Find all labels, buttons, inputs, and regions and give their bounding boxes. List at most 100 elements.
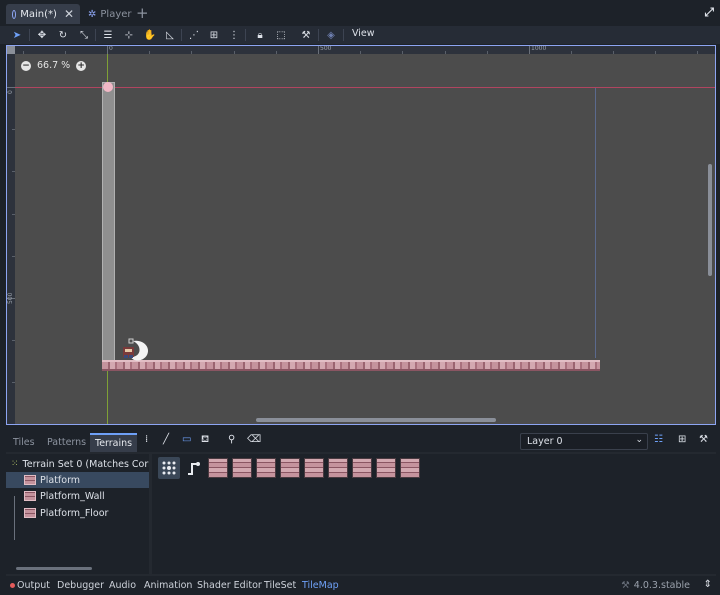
smart-snap-icon[interactable]: ⋰ xyxy=(186,27,202,43)
vertical-scrollbar[interactable] xyxy=(708,164,712,276)
terrain-tile[interactable] xyxy=(208,458,228,478)
pivot-mode-icon[interactable]: ⊹ xyxy=(121,27,137,43)
tab-player-label: Player xyxy=(100,8,132,20)
ruler-label: 1000 xyxy=(531,45,547,52)
tilemap-button[interactable]: TileMap xyxy=(302,580,339,591)
tools-menu-icon[interactable]: ⚒ xyxy=(699,434,708,445)
view-menu-button[interactable]: View xyxy=(352,28,375,39)
ruler-mode-icon[interactable]: ◺ xyxy=(162,27,178,43)
close-icon[interactable]: ✕ xyxy=(64,7,74,21)
ruler-vertical: 0 500 xyxy=(7,46,15,424)
output-label: Output xyxy=(17,580,50,591)
toolbar-separator xyxy=(318,29,319,41)
select-mode-icon[interactable]: ➤ xyxy=(9,27,25,43)
zoom-out-button[interactable]: − xyxy=(21,60,31,71)
scene-tab-bar: Main(*) ✕ ✲ Player + ⤢ xyxy=(0,0,720,26)
terrain-tile[interactable] xyxy=(280,458,300,478)
terrain-tile[interactable] xyxy=(376,458,396,478)
layer-dropdown[interactable]: Layer 0 ⌄ xyxy=(520,433,648,450)
rotate-mode-icon[interactable]: ↻ xyxy=(55,27,71,43)
scale-mode-icon[interactable]: ⤡ xyxy=(76,27,92,43)
terrain-tile[interactable] xyxy=(232,458,252,478)
rect-tool-icon[interactable]: ▭ xyxy=(182,434,191,445)
bucket-tool-icon[interactable]: ⛾ xyxy=(201,434,209,447)
connect-mode-button[interactable] xyxy=(158,457,180,479)
output-button[interactable]: Output xyxy=(10,580,50,591)
ruler-tick xyxy=(529,46,530,54)
ruler-label: 500 xyxy=(320,45,332,52)
lock-icon[interactable]: 🔒︎ xyxy=(252,27,268,43)
platform-floor[interactable] xyxy=(102,360,600,371)
bottom-status-bar: Output Debugger Audio Animation Shader E… xyxy=(0,578,720,595)
audio-button[interactable]: Audio xyxy=(109,580,136,591)
shader-editor-button[interactable]: Shader Editor xyxy=(197,580,262,591)
ruler-minor-tick xyxy=(571,51,572,54)
tab-main-scene[interactable]: Main(*) ✕ xyxy=(6,4,80,24)
zoom-level[interactable]: 66.7 % xyxy=(37,60,70,71)
group-icon[interactable]: ⬚ xyxy=(273,27,289,43)
eraser-icon[interactable]: ⌫ xyxy=(247,434,261,445)
ruler-minor-tick xyxy=(65,51,66,54)
ruler-minor-tick xyxy=(149,51,150,54)
terrain-tile[interactable] xyxy=(328,458,348,478)
ruler-minor-tick xyxy=(445,51,446,54)
debugger-button[interactable]: Debugger xyxy=(57,580,104,591)
ruler-minor-tick xyxy=(12,171,15,172)
tab-terrains[interactable]: Terrains xyxy=(90,433,138,452)
canvas-toolbar: ➤ ✥ ↻ ⤡ ☰ ⊹ ✋ ◺ ⋰ ⊞ ⋮ 🔒︎ ⬚ ⚒ ◈ View xyxy=(0,26,720,44)
animation-button[interactable]: Animation xyxy=(144,580,192,591)
origin-marker xyxy=(103,82,113,92)
grid-snap-icon[interactable]: ⊞ xyxy=(206,27,222,43)
terrain-tile[interactable] xyxy=(256,458,276,478)
player-sprite[interactable] xyxy=(121,337,151,363)
ruler-horizontal: 0 500 1000 xyxy=(7,45,715,54)
ruler-minor-tick xyxy=(191,51,192,54)
ruler-minor-tick xyxy=(12,256,15,257)
ruler-minor-tick xyxy=(234,51,235,54)
ruler-tick xyxy=(318,46,319,54)
character-icon: ✲ xyxy=(88,8,97,20)
tree-item-platform-floor[interactable]: Platform_Floor xyxy=(6,505,149,521)
toolbar-separator xyxy=(95,29,96,41)
tab-tiles[interactable]: Tiles xyxy=(8,433,40,452)
tab-player-scene[interactable]: ✲ Player xyxy=(82,4,138,24)
platform-wall[interactable] xyxy=(102,82,115,366)
tileset-button[interactable]: TileSet xyxy=(264,580,296,591)
ruler-minor-tick xyxy=(23,51,24,54)
bone-icon[interactable]: ⚒ xyxy=(298,27,314,43)
tree-item-platform-wall[interactable]: Platform_Wall xyxy=(6,488,149,504)
tab-patterns[interactable]: Patterns xyxy=(42,433,91,452)
terrain-tile[interactable] xyxy=(304,458,324,478)
move-mode-icon[interactable]: ✥ xyxy=(34,27,50,43)
terrain-tile[interactable] xyxy=(400,458,420,478)
highlight-layer-icon[interactable]: ☷ xyxy=(654,434,663,445)
tree-scrollbar[interactable] xyxy=(16,567,92,570)
pan-mode-icon[interactable]: ✋ xyxy=(142,27,158,43)
ruler-minor-tick xyxy=(402,51,403,54)
tree-root-item[interactable]: ⁙ Terrain Set 0 (Matches Corners and Sid… xyxy=(6,456,149,472)
eyedropper-icon[interactable]: ⚲ xyxy=(228,434,235,445)
ruler-minor-tick xyxy=(12,340,15,341)
tree-item-platform[interactable]: Platform xyxy=(6,472,149,488)
picker-icon[interactable]: ⁞ xyxy=(145,434,148,445)
camera-override-icon[interactable]: ◈ xyxy=(323,27,339,43)
horizontal-scrollbar[interactable] xyxy=(256,418,496,422)
toolbar-separator xyxy=(245,29,246,41)
version-text: 4.0.3.stable xyxy=(633,580,690,591)
path-mode-button[interactable] xyxy=(182,457,204,479)
list-select-icon[interactable]: ☰ xyxy=(100,27,116,43)
panel-toggle-icon[interactable]: ⇕ xyxy=(704,579,712,590)
chevron-down-icon: ⌄ xyxy=(635,435,643,445)
zoom-in-button[interactable]: + xyxy=(76,60,87,71)
line-tool-icon[interactable]: ╱ xyxy=(163,434,169,445)
more-options-icon[interactable]: ⋮ xyxy=(226,27,242,43)
canvas-viewport[interactable]: 0 500 1000 0 500 − 66.7 % + xyxy=(6,45,716,425)
terrain-tile[interactable] xyxy=(352,458,372,478)
add-tab-button[interactable]: + xyxy=(136,4,149,22)
distraction-free-icon[interactable]: ⤢ xyxy=(704,5,714,20)
grid-toggle-icon[interactable]: ⊞ xyxy=(678,434,686,445)
ruler-label: 0 xyxy=(7,90,14,94)
tree-item-label: Platform_Floor xyxy=(40,507,109,519)
ruler-minor-tick xyxy=(613,51,614,54)
ruler-minor-tick xyxy=(12,129,15,130)
